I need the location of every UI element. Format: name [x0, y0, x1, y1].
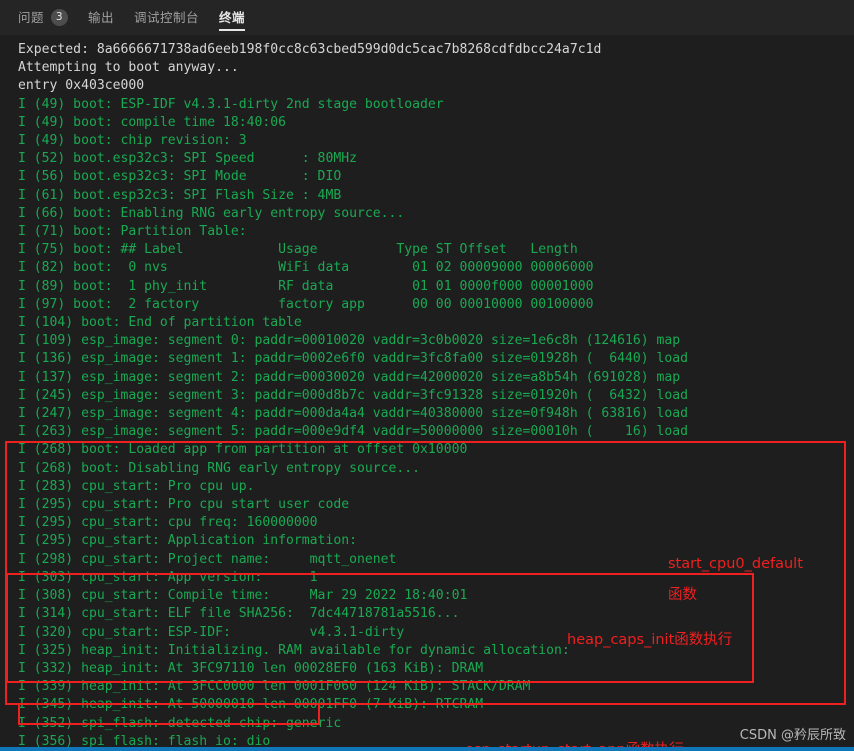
tab-terminal[interactable]: 终端 — [219, 0, 246, 35]
terminal-line: I (136) esp_image: segment 1: paddr=0002… — [18, 351, 689, 367]
terminal-line: I (245) esp_image: segment 3: paddr=000d… — [18, 387, 689, 403]
terminal-line: I (49) boot: ESP-IDF v4.3.1-dirty 2nd st… — [18, 96, 444, 112]
tab-debug-console-label: 调试控制台 — [134, 9, 200, 25]
terminal-line: I (66) boot: Enabling RNG early entropy … — [18, 205, 405, 221]
annotation-label-heap-caps-init: heap_caps_init函数执行 — [567, 632, 733, 648]
terminal-line: I (314) cpu_start: ELF file SHA256: 7dc4… — [18, 606, 460, 622]
terminal-line: I (295) cpu_start: Pro cpu start user co… — [18, 497, 350, 513]
terminal-output-panel[interactable]: Expected: 8a6666671738ad6eeb198f0cc8c63c… — [0, 35, 854, 751]
terminal-line: I (247) esp_image: segment 4: paddr=000d… — [18, 406, 689, 422]
terminal-line: I (56) boot.esp32c3: SPI Mode : DIO — [18, 169, 342, 185]
terminal-line: I (109) esp_image: segment 0: paddr=0001… — [18, 333, 681, 349]
terminal-line: I (339) heap_init: At 3FCC0000 len 0001F… — [18, 679, 531, 695]
terminal-line: Attempting to boot anyway... — [18, 60, 239, 76]
terminal-line: I (263) esp_image: segment 5: paddr=000e… — [18, 424, 689, 440]
terminal-line: I (295) cpu_start: Application informati… — [18, 533, 357, 549]
terminal-line: I (97) boot: 2 factory factory app 00 00… — [18, 296, 594, 312]
terminal-line: I (61) boot.esp32c3: SPI Flash Size : 4M… — [18, 187, 342, 203]
annotation-label-start-cpu0-suffix: 函数 — [668, 587, 697, 603]
terminal-line: I (283) cpu_start: Pro cpu up. — [18, 478, 255, 494]
terminal-line: I (104) boot: End of partition table — [18, 315, 302, 331]
terminal-line: I (82) boot: 0 nvs WiFi data 01 02 00009… — [18, 260, 594, 276]
terminal-line: entry 0x403ce000 — [18, 78, 145, 94]
terminal-line: I (137) esp_image: segment 2: paddr=0003… — [18, 369, 681, 385]
status-bar — [0, 747, 854, 751]
terminal-line: I (71) boot: Partition Table: — [18, 224, 247, 240]
tab-problems-label: 问题 — [18, 9, 45, 25]
terminal-line: I (49) boot: compile time 18:40:06 — [18, 114, 287, 130]
terminal-line: I (75) boot: ## Label Usage Type ST Offs… — [18, 242, 578, 258]
tab-terminal-label: 终端 — [219, 9, 246, 25]
tab-output-label: 输出 — [88, 9, 115, 25]
csdn-watermark: CSDN @矜辰所致 — [739, 728, 846, 743]
panel-tab-bar: 问题 3 输出 调试控制台 终端 — [0, 0, 854, 35]
tab-output[interactable]: 输出 — [88, 0, 114, 35]
terminal-line: I (308) cpu_start: Compile time: Mar 29 … — [18, 588, 468, 604]
annotation-label-start-cpu0: start_cpu0_default — [668, 556, 803, 572]
terminal-line: I (332) heap_init: At 3FC97110 len 00028… — [18, 660, 484, 676]
terminal-line: I (49) boot: chip revision: 3 — [18, 133, 247, 149]
terminal-line: I (52) boot.esp32c3: SPI Speed : 80MHz — [18, 151, 357, 167]
problems-count-badge: 3 — [51, 8, 69, 26]
tab-debug-console[interactable]: 调试控制台 — [134, 0, 199, 35]
terminal-line: Expected: 8a6666671738ad6eeb198f0cc8c63c… — [18, 42, 602, 57]
terminal-line: I (89) boot: 1 phy_init RF data 01 01 00… — [18, 278, 594, 294]
tab-problems[interactable]: 问题 3 — [18, 0, 69, 35]
terminal-line: I (295) cpu_start: cpu freq: 160000000 — [18, 515, 318, 531]
terminal-line: I (352) spi_flash: detected chip: generi… — [18, 715, 342, 731]
terminal-line: I (268) boot: Loaded app from partition … — [18, 442, 468, 458]
terminal-line: I (345) heap_init: At 50000010 len 00001… — [18, 697, 484, 713]
terminal-line: I (268) boot: Disabling RNG early entrop… — [18, 460, 421, 476]
